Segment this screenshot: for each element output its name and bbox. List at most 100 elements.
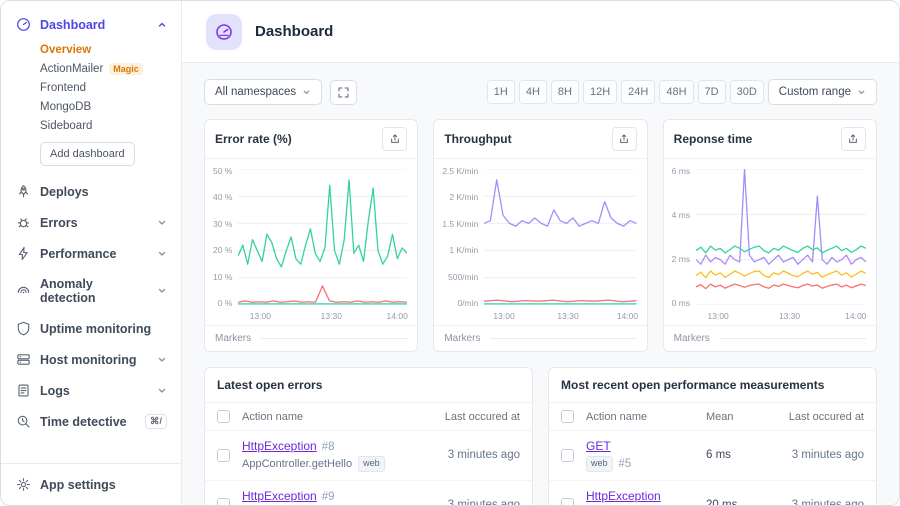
row-checkbox[interactable] xyxy=(561,498,574,505)
error-link[interactable]: HttpException xyxy=(242,489,317,503)
document-lines-icon xyxy=(15,383,31,398)
y-tick-label: 10 % xyxy=(213,272,232,282)
dashboard-group: Dashboard Overview ActionMailer Magic Fr… xyxy=(1,9,181,176)
table-header-row: Action name Last occured at xyxy=(205,403,532,431)
export-chart-button[interactable] xyxy=(382,127,407,151)
column-header-action-name: Action name xyxy=(586,411,706,423)
y-tick-label: 50 % xyxy=(213,166,232,176)
page-title: Dashboard xyxy=(255,23,333,40)
radar-icon xyxy=(15,284,31,299)
markers-label: Markers xyxy=(215,333,251,344)
throughput-chart-card: Throughput 2.5 K/min 2 K/min 1.5 K/min xyxy=(433,119,647,352)
error-rate-plot xyxy=(238,169,407,305)
markers-label: Markers xyxy=(444,333,480,344)
sidebar-item-label: Logs xyxy=(40,384,70,398)
measurement-link[interactable]: HttpException xyxy=(586,489,661,503)
range-7d-button[interactable]: 7D xyxy=(698,80,726,104)
custom-range-dropdown[interactable]: Custom range xyxy=(768,79,877,105)
chevron-down-icon xyxy=(157,386,167,396)
sidebar-item-label: Uptime monitoring xyxy=(40,322,151,336)
y-tick-label: 30 % xyxy=(213,219,232,229)
action-cell: HttpException #8 AppController.getHello … xyxy=(242,439,424,472)
select-all-checkbox[interactable] xyxy=(217,410,230,423)
export-chart-button[interactable] xyxy=(841,127,866,151)
subitem-label: MongoDB xyxy=(40,101,91,113)
main-area: Dashboard All namespaces 1H xyxy=(182,1,899,505)
sidebar: Dashboard Overview ActionMailer Magic Fr… xyxy=(1,1,182,505)
markers-timeline xyxy=(490,338,636,339)
x-tick-label: 14:00 xyxy=(617,311,638,321)
range-24h-button[interactable]: 24H xyxy=(621,80,655,104)
measurement-link[interactable]: GET xyxy=(586,439,611,453)
chevron-down-icon xyxy=(157,355,167,365)
chevron-down-icon xyxy=(302,88,311,97)
row-checkbox[interactable] xyxy=(217,498,230,505)
throughput-plot xyxy=(484,169,636,305)
sidebar-item-label: Errors xyxy=(40,216,78,230)
error-rate-chart-card: Error rate (%) 50 % 40 % 30 % 20 % xyxy=(204,119,418,352)
tables-row: Latest open errors Action name Last occu… xyxy=(204,367,877,505)
sidebar-item-label: Dashboard xyxy=(40,18,105,32)
sidebar-item-time-detective[interactable]: Time detective ⌘/ xyxy=(1,406,181,437)
sidebar-item-uptime-monitoring[interactable]: Uptime monitoring xyxy=(1,313,181,344)
mean-cell: 20 ms xyxy=(706,499,768,505)
namespace-badge: web xyxy=(586,456,613,472)
sidebar-item-dashboard[interactable]: Dashboard xyxy=(1,9,181,40)
sidebar-subitem-sideboard[interactable]: Sideboard xyxy=(40,116,167,135)
action-cell: GET web #5 xyxy=(586,439,706,472)
sidebar-bottom: App settings xyxy=(1,463,181,505)
range-48h-button[interactable]: 48H xyxy=(659,80,693,104)
select-all-checkbox[interactable] xyxy=(561,410,574,423)
sidebar-subitem-overview[interactable]: Overview xyxy=(40,40,167,59)
table-row[interactable]: GET web #5 6 ms 3 minutes ago xyxy=(549,431,876,481)
app-window: Dashboard Overview ActionMailer Magic Fr… xyxy=(0,0,900,506)
sidebar-item-performance[interactable]: Performance xyxy=(1,238,181,269)
range-1h-button[interactable]: 1H xyxy=(487,80,515,104)
export-chart-button[interactable] xyxy=(612,127,637,151)
x-tick-label: 13:30 xyxy=(557,311,578,321)
sidebar-item-errors[interactable]: Errors xyxy=(1,207,181,238)
range-30d-button[interactable]: 30D xyxy=(730,80,764,104)
sidebar-item-app-settings[interactable]: App settings xyxy=(1,469,181,500)
latest-open-errors-card: Latest open errors Action name Last occu… xyxy=(204,367,533,505)
sidebar-item-label: Host monitoring xyxy=(40,353,137,367)
y-tick-label: 0 % xyxy=(218,298,233,308)
row-checkbox[interactable] xyxy=(217,449,230,462)
range-12h-button[interactable]: 12H xyxy=(583,80,617,104)
y-tick-label: 20 % xyxy=(213,245,232,255)
y-tick-label: 2 K/min xyxy=(449,192,478,202)
export-icon xyxy=(389,133,401,145)
y-tick-label: 0/min xyxy=(457,298,478,308)
last-occured-cell: 3 minutes ago xyxy=(424,499,520,505)
sidebar-item-host-monitoring[interactable]: Host monitoring xyxy=(1,344,181,375)
sidebar-item-logs[interactable]: Logs xyxy=(1,375,181,406)
table-row[interactable]: HttpException #9 AppController.getHello … xyxy=(205,481,532,506)
sidebar-subitem-actionmailer[interactable]: ActionMailer Magic xyxy=(40,59,167,78)
sidebar-subitem-frontend[interactable]: Frontend xyxy=(40,78,167,97)
sidebar-item-deploys[interactable]: Deploys xyxy=(1,176,181,207)
y-tick-label: 1 K/min xyxy=(449,245,478,255)
bug-icon xyxy=(15,215,31,230)
magic-badge: Magic xyxy=(109,63,143,75)
x-tick-label: 13:30 xyxy=(321,311,342,321)
error-link[interactable]: HttpException xyxy=(242,439,317,453)
subitem-label: ActionMailer xyxy=(40,63,103,75)
table-row[interactable]: HttpException web 20 ms 3 minutes ago xyxy=(549,481,876,506)
range-8h-button[interactable]: 8H xyxy=(551,80,579,104)
sidebar-item-label: Performance xyxy=(40,247,116,261)
toolbar: All namespaces 1H 4H 8H 12H 24H xyxy=(204,79,877,105)
row-checkbox[interactable] xyxy=(561,449,574,462)
sidebar-item-anomaly-detection[interactable]: Anomaly detection xyxy=(1,269,181,313)
namespace-dropdown[interactable]: All namespaces xyxy=(204,79,322,105)
markers-footer: Markers xyxy=(434,325,646,351)
add-dashboard-button[interactable]: Add dashboard xyxy=(40,142,135,166)
y-tick-label: 6 ms xyxy=(672,166,690,176)
export-icon xyxy=(618,133,630,145)
y-tick-label: 4 ms xyxy=(672,210,690,220)
range-4h-button[interactable]: 4H xyxy=(519,80,547,104)
column-header-mean: Mean xyxy=(706,411,768,423)
sidebar-subitem-mongodb[interactable]: MongoDB xyxy=(40,97,167,116)
chevron-down-icon xyxy=(157,218,167,228)
table-row[interactable]: HttpException #8 AppController.getHello … xyxy=(205,431,532,481)
expand-button[interactable] xyxy=(330,80,357,105)
